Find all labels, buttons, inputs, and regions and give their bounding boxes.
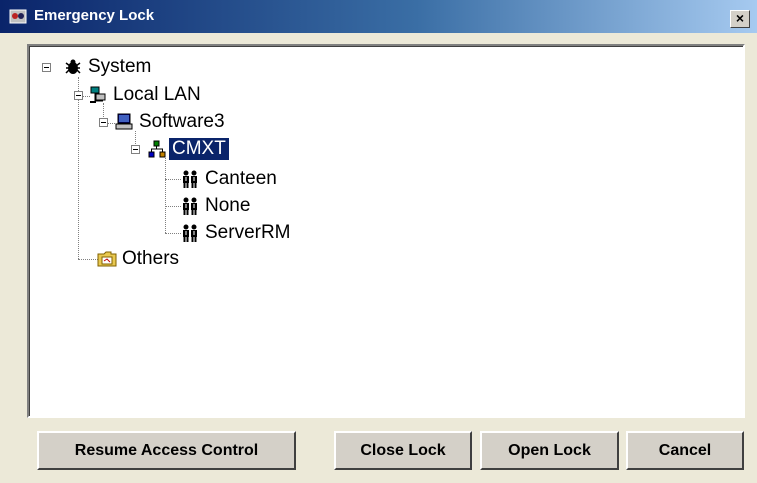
collapse-toggle-local-lan[interactable] [74,91,83,100]
tree-item-local-lan[interactable]: Local LAN [88,83,204,107]
tree-item-canteen[interactable]: Canteen [180,167,280,191]
device-tree[interactable]: System Local LAN Software3 CMXT Canteen … [27,44,745,418]
tree-item-label: Others [122,248,180,269]
tree-item-label: Local LAN [113,84,201,105]
tree-connector [165,158,166,233]
collapse-toggle-software3[interactable] [99,118,108,127]
bug-icon [65,59,81,74]
tree-item-others[interactable]: Others [97,247,182,271]
users-group-icon [183,224,197,242]
emergency-lock-dialog: Emergency Lock × System Local LAN Softwa… [0,0,757,483]
tree-item-serverrm[interactable]: ServerRM [180,221,294,245]
tree-item-label: System [88,56,152,77]
open-lock-button[interactable]: Open Lock [480,431,619,470]
collapse-toggle-cmxt[interactable] [131,145,140,154]
app-icon [9,9,27,24]
folder-icon [97,251,117,267]
tree-item-label: Software3 [139,111,225,132]
tree-view: System Local LAN Software3 CMXT Canteen … [29,46,743,416]
tree-item-label: Canteen [205,168,277,189]
tree-connector [78,259,98,260]
tree-item-cmxt[interactable]: CMXT [147,137,230,161]
tree-item-none[interactable]: None [180,194,253,218]
title-bar[interactable]: Emergency Lock × [0,0,757,33]
cancel-button[interactable]: Cancel [626,431,744,470]
tree-item-label: None [205,195,251,216]
close-button[interactable]: × [730,10,750,28]
users-group-icon [183,197,197,215]
network-nodes-icon [148,140,166,158]
window-title: Emergency Lock [34,7,155,24]
tree-connector [78,77,79,259]
computer-icon [115,113,133,130]
tree-connector [165,233,181,234]
tree-item-system[interactable]: System [63,55,154,79]
tree-connector [165,206,181,207]
users-group-icon [183,170,197,188]
tree-item-software3[interactable]: Software3 [114,110,228,134]
network-server-icon [90,86,106,103]
tree-item-label: ServerRM [205,222,291,243]
close-lock-button[interactable]: Close Lock [334,431,472,470]
tree-item-label-selected: CMXT [168,137,230,161]
resume-access-control-button[interactable]: Resume Access Control [37,431,296,470]
collapse-toggle-system[interactable] [42,63,51,72]
tree-connector [165,179,181,180]
